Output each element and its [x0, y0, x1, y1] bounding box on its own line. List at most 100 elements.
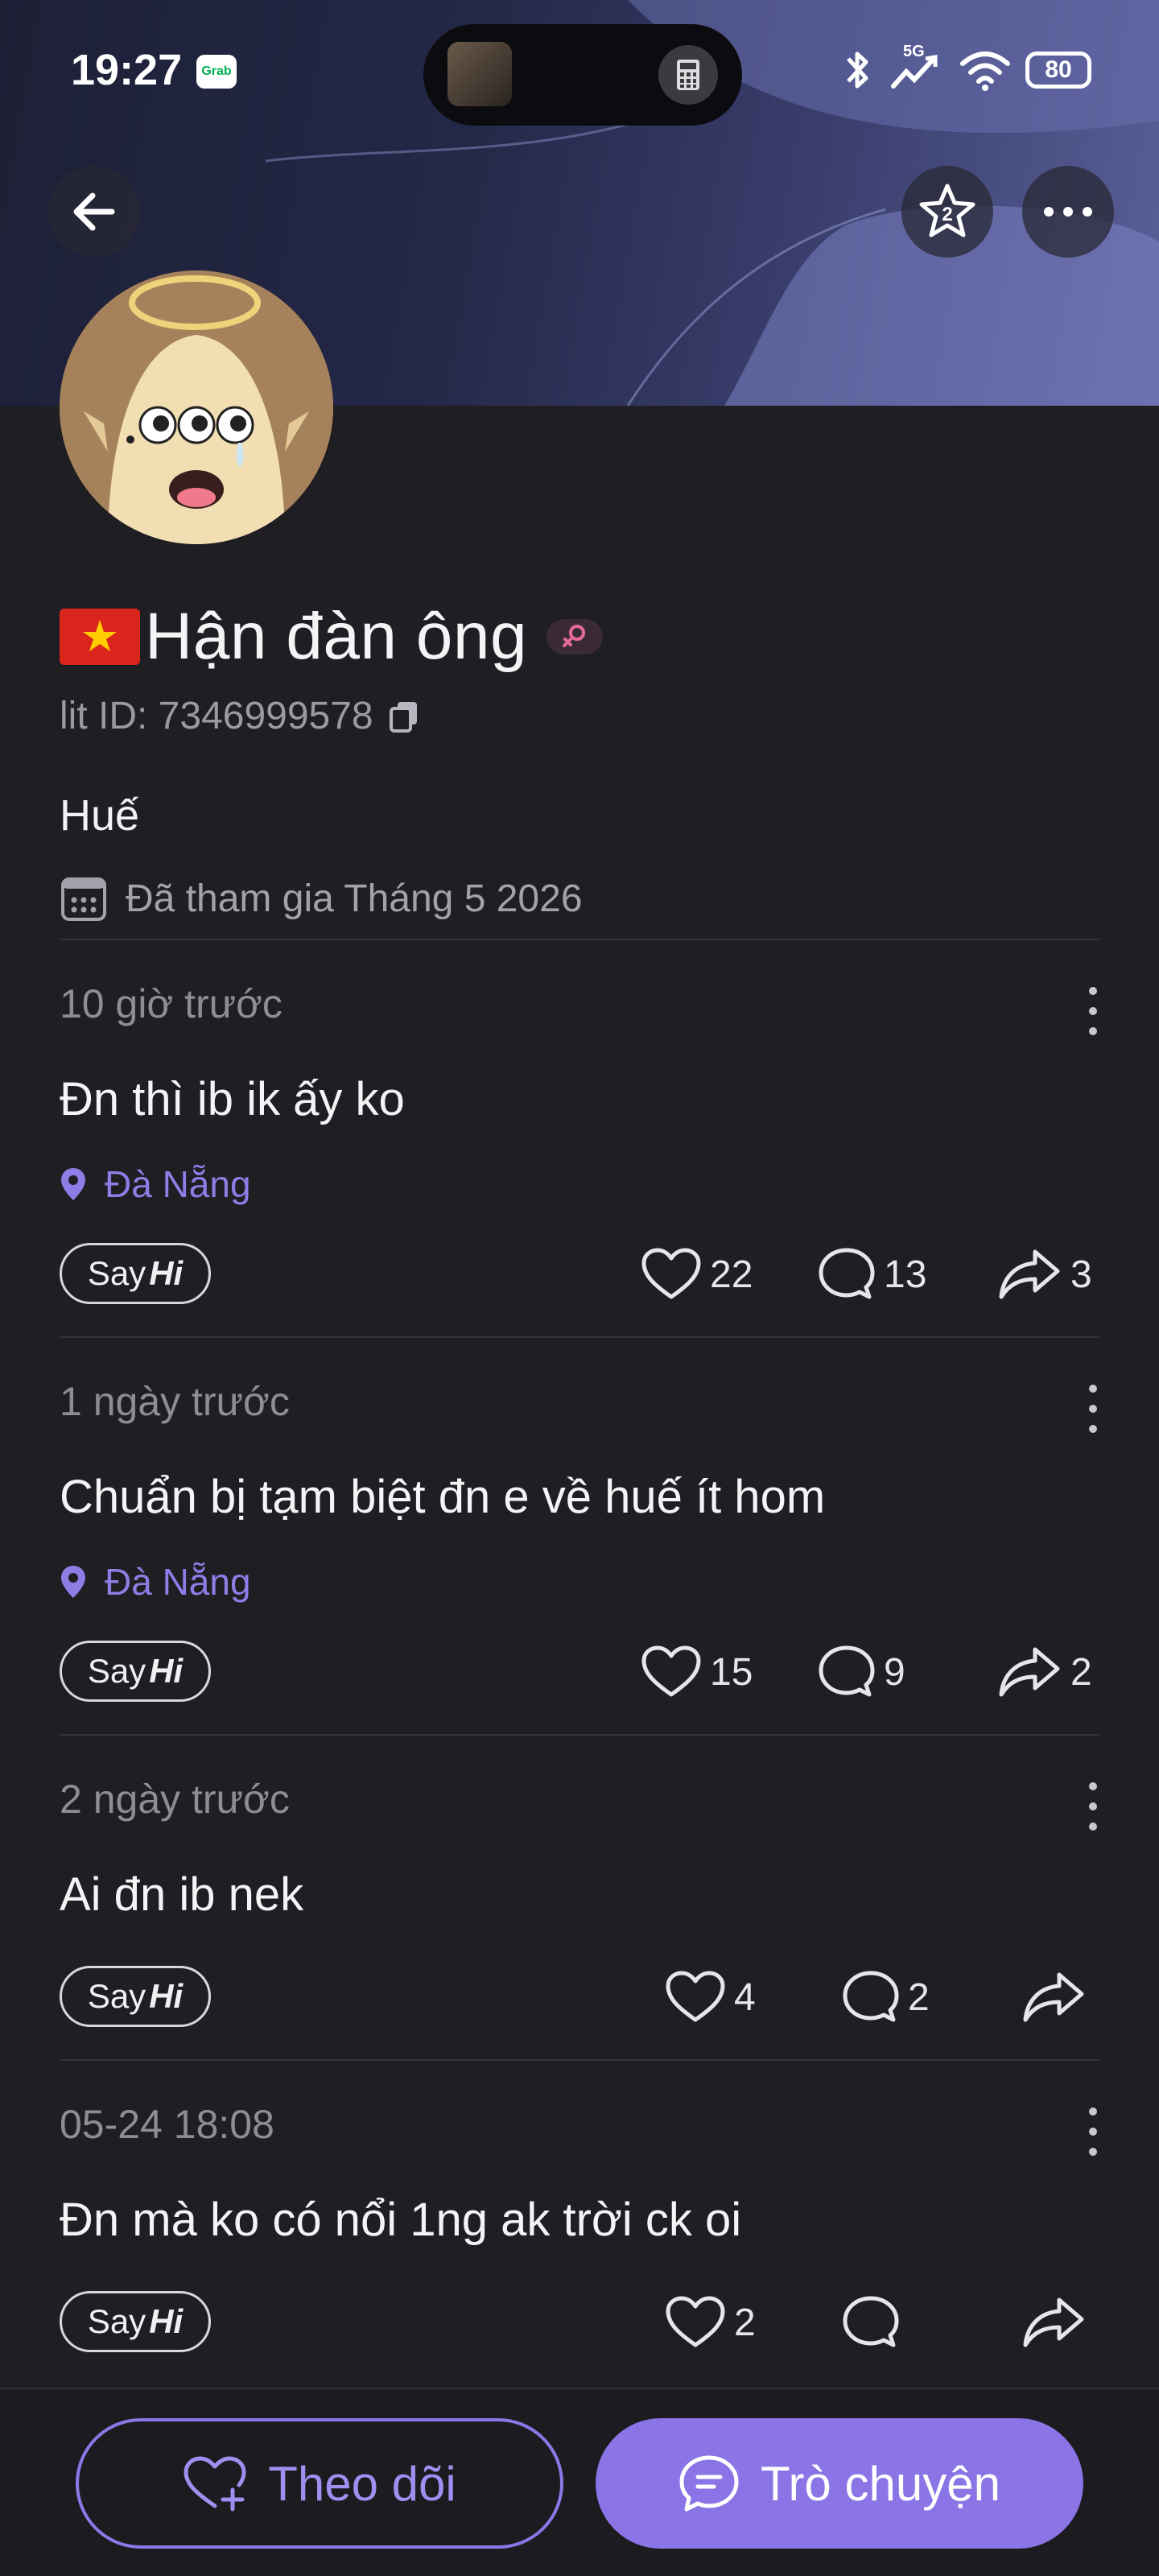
divider — [60, 2059, 1099, 2061]
like-button[interactable]: 4 — [665, 1970, 842, 2025]
post-card[interactable]: 10 giờ trước Đn thì ib ik ấy ko Đà Nẵng … — [60, 980, 1099, 1319]
heart-plus-icon — [184, 2456, 246, 2512]
profile-city: Huế — [60, 791, 140, 840]
joined-date: Đã tham gia Tháng 5 2026 — [126, 877, 583, 920]
avatar-illustration — [60, 270, 333, 544]
more-options-button[interactable] — [1022, 166, 1114, 258]
post-more-icon[interactable] — [1087, 1782, 1099, 1831]
vietnam-flag-icon — [60, 609, 140, 665]
like-button[interactable]: 15 — [641, 1645, 818, 1699]
post-location-label: Đà Nẵng — [105, 1561, 251, 1603]
battery-indicator: 80 — [1025, 52, 1091, 89]
like-count: 4 — [734, 1975, 756, 2019]
comment-button[interactable] — [842, 2295, 1022, 2350]
chat-label: Trò chuyện — [761, 2456, 1000, 2511]
post-actions: 15 9 2 — [641, 1636, 1099, 1708]
sayhi-button[interactable]: Say Hi — [60, 1243, 211, 1304]
post-card[interactable]: 1 ngày trước Chuẩn bị tạm biệt đn e về h… — [60, 1378, 1099, 1716]
share-count: 2 — [1070, 1650, 1092, 1694]
back-button[interactable] — [48, 166, 140, 258]
like-count: 2 — [734, 2301, 756, 2344]
comment-count: 2 — [908, 1975, 930, 2019]
post-time: 10 giờ trước — [60, 981, 283, 1026]
share-button[interactable] — [1022, 1970, 1099, 2025]
cellular-signal-icon: 5G — [889, 43, 945, 93]
share-count: 3 — [1070, 1253, 1092, 1296]
post-text: Đn mà ko có nổi 1ng ak trời ck oi — [60, 2194, 742, 2246]
wifi-icon — [960, 52, 1010, 91]
comment-bubble-icon — [819, 1645, 875, 1697]
more-horizontal-icon — [1044, 207, 1092, 217]
avatar[interactable] — [60, 270, 333, 544]
post-text: Đn thì ib ik ấy ko — [60, 1073, 405, 1125]
post-location[interactable]: Đà Nẵng — [60, 1560, 251, 1604]
like-button[interactable]: 22 — [641, 1247, 818, 1302]
bluetooth-icon — [847, 52, 868, 89]
post-actions: 4 2 — [665, 1961, 1099, 2033]
comment-button[interactable]: 13 — [818, 1247, 998, 1302]
arrow-left-icon — [73, 192, 115, 231]
post-actions: 22 13 3 — [641, 1238, 1099, 1311]
location-pin-icon — [61, 1566, 85, 1598]
share-button[interactable]: 3 — [998, 1247, 1099, 1302]
comment-button[interactable]: 2 — [842, 1970, 1022, 2025]
chat-button[interactable]: Trò chuyện — [596, 2418, 1083, 2549]
profile-name: Hận đàn ông — [145, 600, 528, 673]
post-time: 05-24 18:08 — [60, 2102, 274, 2147]
follow-button[interactable]: Theo dõi — [76, 2418, 563, 2549]
favorite-badge: 2 — [942, 204, 952, 225]
chat-bubble-icon — [679, 2455, 739, 2512]
follow-label: Theo dõi — [268, 2456, 456, 2511]
post-time: 2 ngày trước — [60, 1777, 290, 1822]
comment-bubble-icon — [843, 2296, 899, 2347]
like-count: 22 — [710, 1253, 753, 1296]
share-button[interactable]: 2 — [998, 1645, 1099, 1699]
share-arrow-icon — [999, 1249, 1060, 1299]
bottom-action-bar: Theo dõi Trò chuyện — [0, 2388, 1159, 2576]
post-card[interactable]: 2 ngày trước Ai đn ib nek Say Hi 4 2 — [60, 1776, 1099, 2041]
heart-icon — [641, 1248, 701, 1299]
copy-icon[interactable] — [388, 699, 420, 734]
divider — [60, 1336, 1099, 1338]
share-arrow-icon — [1023, 1972, 1084, 2022]
post-more-icon[interactable] — [1087, 2107, 1099, 2156]
like-button[interactable]: 2 — [665, 2295, 842, 2350]
comment-button[interactable]: 9 — [818, 1645, 998, 1699]
heart-icon — [666, 1971, 725, 2022]
profile-name-row: Hận đàn ông — [60, 599, 604, 675]
calendar-icon — [61, 877, 106, 921]
heart-icon — [641, 1645, 701, 1697]
share-arrow-icon — [999, 1647, 1060, 1697]
status-bar: 19:27 Grab 5G 80 — [0, 0, 1159, 145]
comment-bubble-icon — [819, 1248, 875, 1299]
dynamic-island[interactable] — [423, 24, 742, 126]
post-location[interactable]: Đà Nẵng — [60, 1162, 251, 1206]
user-id-row: lit ID: 7346999578 — [60, 694, 420, 738]
like-count: 15 — [710, 1650, 753, 1694]
post-location-label: Đà Nẵng — [105, 1163, 251, 1205]
divider — [60, 1734, 1099, 1736]
share-arrow-icon — [1023, 2297, 1084, 2347]
grab-app-icon: Grab — [196, 55, 237, 89]
female-symbol-icon — [547, 619, 604, 654]
sayhi-button[interactable]: Say Hi — [60, 1641, 211, 1702]
favorite-button[interactable]: 2 — [901, 166, 993, 258]
post-time: 1 ngày trước — [60, 1379, 290, 1424]
location-pin-icon — [61, 1168, 85, 1200]
sayhi-button[interactable]: Say Hi — [60, 2291, 211, 2352]
star-icon: 2 — [919, 184, 975, 237]
calculator-icon — [658, 45, 718, 105]
post-more-icon[interactable] — [1087, 1385, 1099, 1433]
comment-count: 13 — [884, 1253, 927, 1296]
share-button[interactable] — [1022, 2295, 1099, 2350]
sayhi-button[interactable]: Say Hi — [60, 1966, 211, 2027]
status-icons: 5G 80 — [842, 42, 1091, 98]
post-card[interactable]: 05-24 18:08 Đn mà ko có nổi 1ng ak trời … — [60, 2101, 1099, 2375]
user-id: lit ID: 7346999578 — [60, 695, 373, 737]
divider — [60, 939, 1099, 940]
post-text: Ai đn ib nek — [60, 1868, 304, 1921]
post-more-icon[interactable] — [1087, 987, 1099, 1035]
comment-count: 9 — [884, 1650, 905, 1694]
media-thumbnail — [448, 42, 512, 106]
comment-bubble-icon — [843, 1971, 899, 2022]
